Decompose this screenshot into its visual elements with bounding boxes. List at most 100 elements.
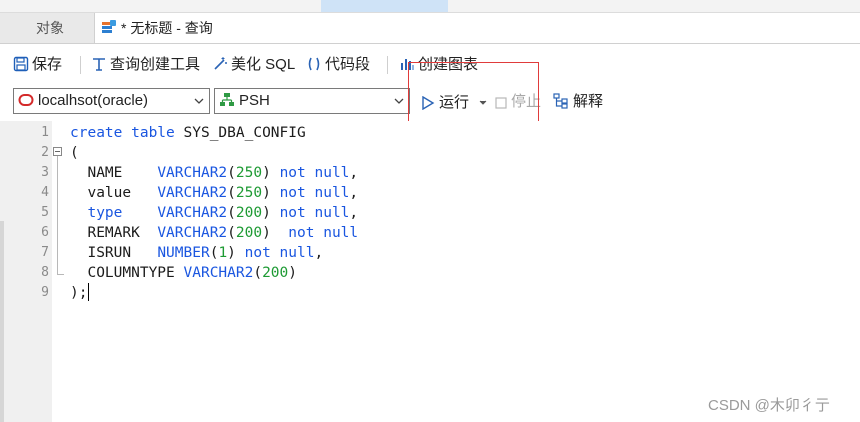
sql-keyword: VARCHAR2 bbox=[157, 225, 228, 241]
sql-number: 200 bbox=[235, 225, 263, 241]
sql-text: SYS_DBA_CONFIG bbox=[183, 125, 306, 141]
stop-label: 停止 bbox=[511, 93, 542, 110]
line-number: 7 bbox=[41, 245, 49, 260]
code-line[interactable]: REMARK VARCHAR2(200) not null bbox=[70, 223, 358, 243]
sql-text: ) bbox=[262, 185, 280, 201]
run-dropdown-icon[interactable] bbox=[479, 91, 487, 113]
code-snippet-button[interactable]: 代码段 bbox=[306, 54, 370, 76]
sql-text: ( bbox=[70, 145, 79, 161]
sql-text: , bbox=[349, 185, 359, 201]
line-number: 2 bbox=[41, 145, 49, 160]
line-number: 8 bbox=[41, 265, 49, 280]
sql-text: ISRUN bbox=[70, 245, 158, 261]
line-number: 1 bbox=[41, 125, 49, 140]
run-label: 运行 bbox=[439, 94, 470, 111]
query-toolbar: 保存 查询创建工具 美化 SQL 代码段 创建图表 bbox=[0, 44, 860, 86]
beautify-sql-label: 美化 SQL bbox=[231, 56, 296, 73]
sql-keyword: not null bbox=[279, 185, 350, 201]
chart-icon bbox=[399, 56, 415, 79]
sql-text: ( bbox=[227, 185, 236, 201]
sql-text: , bbox=[314, 245, 324, 261]
watermark: CSDN @木卯彳亍 bbox=[708, 397, 830, 414]
explain-icon bbox=[553, 93, 569, 116]
code-line[interactable]: ISRUN NUMBER(1) not null, bbox=[70, 243, 323, 263]
chevron-down-icon bbox=[193, 89, 205, 113]
code-line[interactable]: ); bbox=[70, 283, 87, 303]
fold-guide-end bbox=[57, 274, 64, 275]
sql-keyword: not null bbox=[244, 245, 315, 261]
sql-text: REMARK bbox=[70, 225, 158, 241]
play-icon bbox=[421, 95, 435, 117]
magic-wand-icon bbox=[212, 56, 228, 79]
sql-text: ) bbox=[262, 165, 280, 181]
stop-icon bbox=[495, 94, 507, 116]
code-snippet-label: 代码段 bbox=[325, 56, 371, 73]
sql-keyword: VARCHAR2 bbox=[157, 205, 228, 221]
code-line[interactable]: COLUMNTYPE VARCHAR2(200) bbox=[70, 263, 297, 283]
sql-text: value bbox=[70, 185, 158, 201]
tab-query-label: * 无标题 - 查询 bbox=[121, 20, 213, 36]
sql-number: 200 bbox=[235, 205, 263, 221]
brackets-icon bbox=[306, 56, 322, 79]
query-builder-label: 查询创建工具 bbox=[110, 56, 201, 73]
tab-objects[interactable]: 对象 bbox=[8, 13, 92, 43]
tab-query[interactable]: * 无标题 - 查询 bbox=[94, 13, 860, 43]
run-button[interactable]: 运行 bbox=[421, 91, 487, 113]
schema-value: PSH bbox=[239, 92, 270, 109]
line-number: 5 bbox=[41, 205, 49, 220]
toolbar-divider bbox=[80, 56, 81, 74]
code-line[interactable]: NAME VARCHAR2(250) not null, bbox=[70, 163, 358, 183]
sql-text: ( bbox=[227, 165, 236, 181]
sql-text: , bbox=[349, 205, 359, 221]
sql-text: ( bbox=[253, 265, 263, 281]
sql-text: , bbox=[349, 165, 359, 181]
sql-keyword: VARCHAR2 bbox=[157, 185, 228, 201]
create-chart-button[interactable]: 创建图表 bbox=[399, 54, 478, 76]
create-chart-label: 创建图表 bbox=[418, 56, 479, 73]
sql-text: NAME bbox=[70, 165, 158, 181]
sql-keyword: NUMBER bbox=[157, 245, 210, 261]
sql-text: ) bbox=[227, 245, 245, 261]
chevron-down-icon bbox=[393, 89, 405, 113]
save-icon bbox=[13, 56, 29, 79]
menu-item-active[interactable] bbox=[321, 0, 448, 12]
toolbar-divider bbox=[387, 56, 388, 74]
oracle-icon bbox=[18, 92, 34, 116]
run-toolbar: localhsot(oracle) PSH 运行 停止 解释 bbox=[0, 86, 860, 120]
code-line[interactable]: type VARCHAR2(200) not null, bbox=[70, 203, 358, 223]
sql-editor[interactable]: 1 2 3 4 5 6 7 8 9 create table SYS_DBA_CONFIG ( N… bbox=[0, 121, 860, 422]
sql-keyword: not null bbox=[279, 205, 350, 221]
sql-text: ( bbox=[227, 205, 236, 221]
query-tab-icon bbox=[101, 16, 117, 33]
sql-number: 250 bbox=[235, 165, 263, 181]
line-number: 6 bbox=[41, 225, 49, 240]
sql-keyword: not null bbox=[279, 165, 350, 181]
connection-select[interactable]: localhsot(oracle) bbox=[13, 88, 210, 114]
line-number: 9 bbox=[41, 285, 49, 300]
schema-select[interactable]: PSH bbox=[214, 88, 410, 114]
query-builder-button[interactable]: 查询创建工具 bbox=[91, 54, 200, 76]
schema-icon bbox=[219, 92, 235, 116]
code-line[interactable]: ( bbox=[70, 143, 79, 163]
sql-text: ( bbox=[227, 225, 236, 241]
save-label: 保存 bbox=[32, 56, 63, 73]
save-button[interactable]: 保存 bbox=[13, 54, 62, 76]
line-number: 3 bbox=[41, 165, 49, 180]
code-line[interactable]: value VARCHAR2(250) not null, bbox=[70, 183, 358, 203]
sql-text: ) bbox=[262, 205, 280, 221]
stop-button[interactable]: 停止 bbox=[495, 91, 541, 113]
explain-button[interactable]: 解释 bbox=[553, 91, 603, 113]
beautify-sql-button[interactable]: 美化 SQL bbox=[212, 54, 295, 76]
explain-label: 解释 bbox=[573, 93, 604, 110]
sql-keyword: type bbox=[87, 205, 123, 221]
code-line[interactable]: create table SYS_DBA_CONFIG bbox=[70, 123, 306, 143]
fold-toggle-icon[interactable] bbox=[53, 147, 62, 156]
text-cursor bbox=[88, 283, 89, 301]
connection-value: localhsot(oracle) bbox=[38, 92, 149, 109]
sql-keyword: create table bbox=[70, 125, 184, 141]
sql-keyword: VARCHAR2 bbox=[183, 265, 254, 281]
query-builder-icon bbox=[91, 56, 107, 79]
fold-guide bbox=[57, 156, 58, 274]
